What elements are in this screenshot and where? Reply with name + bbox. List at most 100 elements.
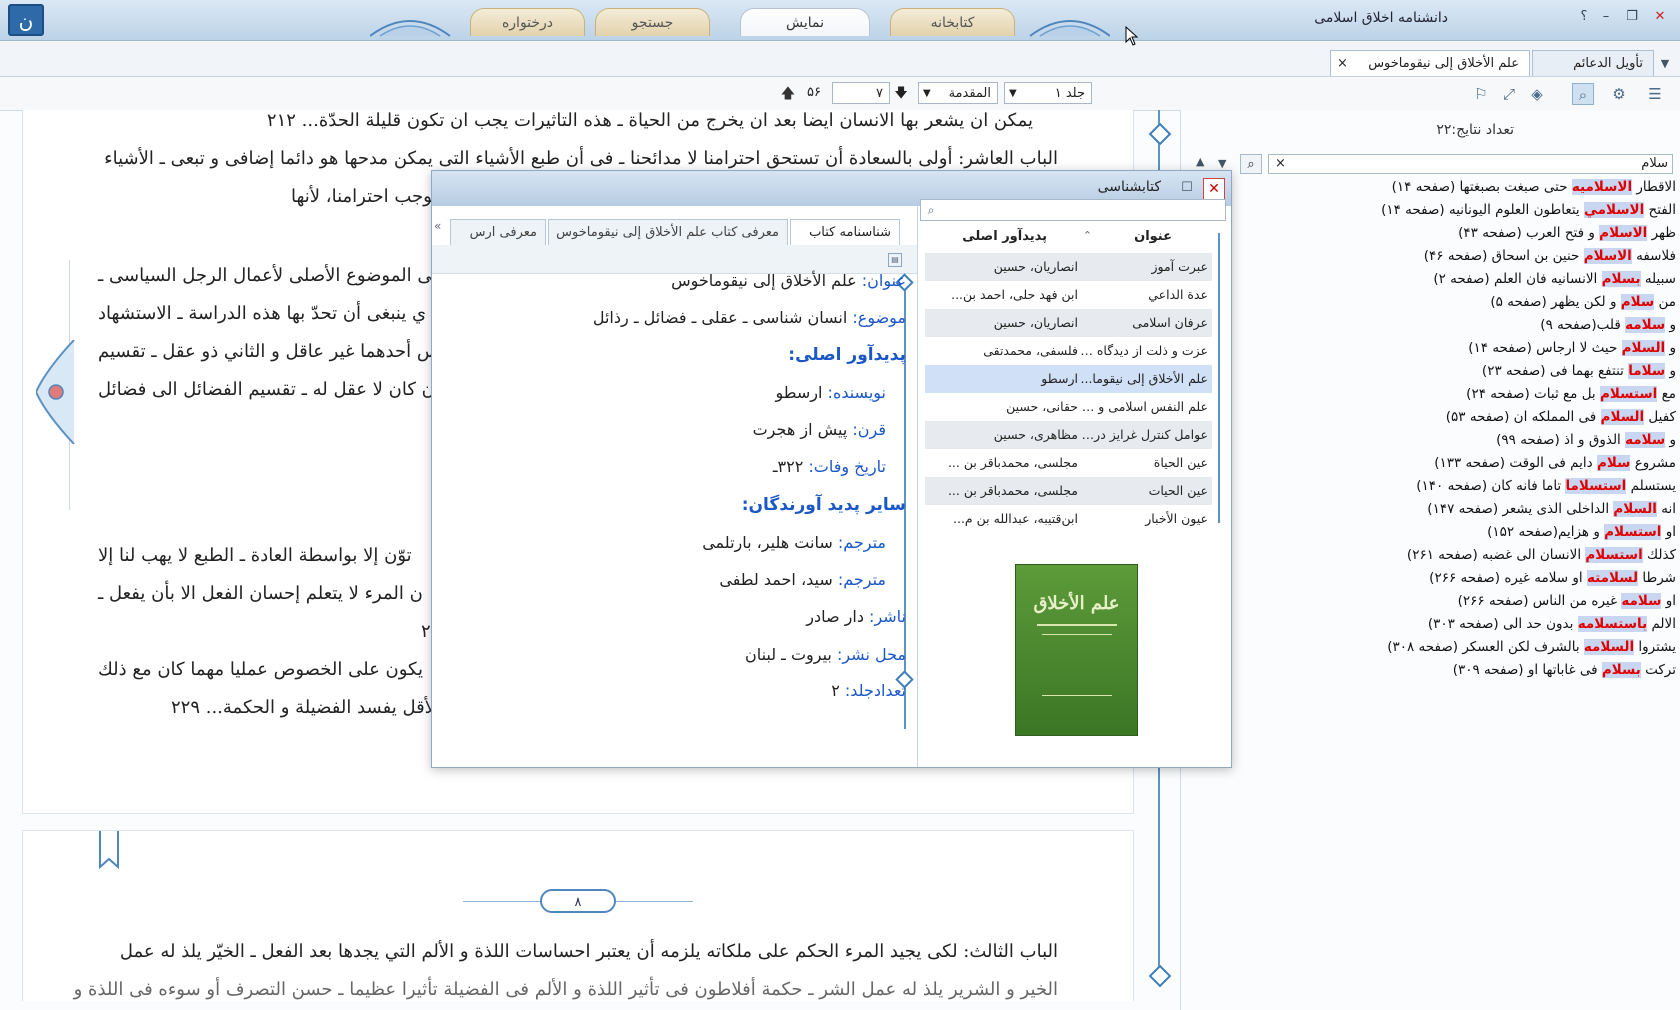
column-author-header[interactable]: پديدآور اصلی [962,229,1047,244]
bookmark-ribbon-icon[interactable] [98,831,120,871]
book-list-row[interactable]: عين الحيات مجلسی، محمدباقر بن ... [925,477,1212,505]
minimize-button[interactable]: – [1596,8,1616,26]
cover-decoration [1041,634,1112,696]
result-item[interactable]: كذلك استسلام الانسان الى غضبه (صفحه ٢۶١) [1407,544,1676,566]
subject-field: موضوع: انسان شناسی ـ عقلی ـ فضائل ـ رذائ… [592,308,906,327]
tab-book-intro[interactable]: معرفی كتاب علم الأخلاق إلى نيقوماخوس [548,219,788,245]
section-select[interactable]: المقدمة ▼ [918,82,998,104]
result-item[interactable]: الالم باستسلامه بدون حد الى (صفحه ٣٠٣) [1428,613,1676,635]
book-list-row[interactable]: عيون الأخبار ابن‌قتيبه، عبدالله بن م... [925,505,1212,533]
result-suffix: قلب(صفحه ٩) [1540,317,1626,333]
tab-view[interactable]: نمایش [740,8,870,36]
result-item[interactable]: او سلامه غيره من الناس (صفحه ٢۶۶) [1458,590,1676,612]
volume-select[interactable]: جلد ۱ ▼ [1004,82,1092,104]
help-button[interactable]: ؟ [1574,8,1594,26]
settings-icon[interactable]: ⚙ [1608,83,1630,105]
tab-list-dropdown-icon[interactable]: ▼ [1656,55,1674,73]
text-line: الباب العاشر: أولى بالسعادة أن تستحق احت… [104,148,1058,169]
book-list-row[interactable]: عزت و ذلت از ديدگاه ن... فلسفی، محمدتقی [925,337,1212,365]
result-item[interactable]: و سلاما تنتفع بهما فى (صفحه ٢٣) [1482,360,1676,382]
result-item[interactable]: و سلامه الذوق و اذ (صفحه ٩٩) [1496,429,1676,451]
search-button-icon[interactable]: ⌕ [1240,154,1262,174]
tab-about-author[interactable]: معرفی ارس [450,219,546,245]
result-item[interactable]: يشتروا السلامه بالشرف لكن العسكر (صفحه ٣… [1387,636,1676,658]
doc-tab-tawil[interactable]: تأويل الدعائم [1532,50,1654,76]
prev-page-arrow-icon[interactable]: 🡅 [778,83,798,105]
tab-search[interactable]: جستجو [595,8,710,36]
result-item[interactable]: يستسلم استسلاما تاما فانه كان (صفحه ١۴٠) [1416,475,1676,497]
result-item[interactable]: الاقطار الاسلاميه حتى صبغت بصبغتها (صفحه… [1392,176,1676,198]
book-title-cell: عبرت آموز [1151,259,1208,274]
result-prefix: يشتروا [1634,639,1676,655]
doc-tab-akhlaq[interactable]: علم الأخلاق إلى نيقوماخوس × [1330,50,1530,76]
collapse-arrow-icon[interactable]: ▲ [1196,152,1210,172]
sort-asc-icon[interactable]: ⌃ [1083,229,1092,242]
result-item[interactable]: الفتح الاسلامي يتعاطون العلوم اليونانيه … [1381,199,1676,221]
book-filter-input[interactable] [920,199,1226,221]
book-title-cell: عوامل كنترل غرايز در ز... [1078,427,1208,442]
result-prefix: كذلك [1642,547,1676,563]
result-item[interactable]: سبيله بسلام الانسانيه فان العلم (صفحه ٢) [1433,268,1676,290]
list-scrollbar[interactable] [1218,233,1220,523]
result-item[interactable]: فلاسفه الاسلام حنين بن اسحاق (صفحه ۴۶) [1424,245,1676,267]
result-item[interactable]: او استسلام و هزايم(صفحه ١۵٢) [1487,521,1676,543]
result-highlight: سلاما [1628,363,1666,379]
book-list-row[interactable]: عبرت آموز انصاريان، حسين [925,253,1212,281]
search-input[interactable]: سلام × [1268,154,1673,174]
book-list-row[interactable]: علم النفس اسلامی و ب... حقانی، حسين [925,393,1212,421]
result-item[interactable]: و السلام حيث لا ارجاس (صفحه ١۴) [1468,337,1676,359]
text-line: ن المرء لا يتعلم إحسان الفعل الا بأن يفع… [98,583,423,604]
result-highlight: سلام [1596,455,1631,471]
scroll-bottom-marker-icon[interactable] [1148,964,1172,988]
book-list-row[interactable]: عين الحياة مجلسی، محمدباقر بن ... [925,449,1212,477]
tab-library[interactable]: کتابخانه [890,8,1015,36]
result-item[interactable]: شرطا لسلامته او سلامه غيره (صفحه ٢۶۶) [1429,567,1676,589]
close-button[interactable]: ✕ [1650,8,1670,26]
fullscreen-icon[interactable]: ⤢ [1498,83,1520,105]
book-list-row[interactable]: عدة الداعي ابن فهد حلی، احمد بن... [925,281,1212,309]
book-list-row[interactable]: علم الأخلاق إلى نيقوما... ارسطو [925,365,1212,393]
next-page-arrow-icon[interactable]: 🡇 [892,83,910,105]
result-item[interactable]: مع استسلام بل مع ثبات (صفحه ٢۴) [1466,383,1676,405]
search-icon[interactable]: ⌕ [922,201,940,219]
result-suffix: و لكن يظهر (صفحه ۵) [1490,294,1621,310]
column-title-header[interactable]: عنوان [1134,229,1172,244]
result-prefix: من [1654,294,1676,310]
result-highlight: بسلام [1601,271,1641,287]
result-item[interactable]: ظهر الاسلام و فتح العرب (صفحه ۴٣) [1458,222,1676,244]
layers-icon[interactable]: ◈ [1526,83,1548,105]
result-highlight: السلام [1613,501,1657,517]
page-input[interactable]: ۷ [832,82,890,104]
close-tab-icon[interactable]: × [1337,51,1348,77]
result-suffix: فى المملكه ان (صفحه ۵٣) [1445,409,1601,425]
result-highlight: لسلامته [1586,570,1639,586]
result-item[interactable]: مشروع سلام دايم فى الوقت (صفحه ١٣٣) [1434,452,1676,474]
book-list-row[interactable]: عوامل كنترل غرايز در ز... مظاهری، حسين [925,421,1212,449]
dialog-close-button[interactable]: ✕ [1203,178,1225,200]
result-item[interactable]: من سلام و لكن يظهر (صفحه ۵) [1490,291,1676,313]
dialog-maximize-button[interactable]: ☐ [1177,178,1197,198]
print-icon[interactable]: ▤ [888,253,902,267]
book-author-cell: حقانی، حسين [1006,399,1078,414]
result-prefix: او [1661,524,1676,540]
text-line: س أحدهما غير عاقل و الثاني ذو عقل ـ تقسي… [98,341,439,362]
restore-button[interactable]: ❐ [1622,8,1642,26]
result-suffix: حيث لا ارجاس (صفحه ١۴) [1468,340,1622,356]
book-author-cell: مجلسی، محمدباقر بن ... [947,455,1078,470]
tabs-scroll-left-icon[interactable]: « [434,215,448,237]
search-icon[interactable]: ⌕ [1572,83,1594,105]
menu-icon[interactable]: ☰ [1644,83,1666,105]
tab-book-identity[interactable]: شناسنامه كتاب [790,219,900,245]
scroll-top-marker-icon[interactable] [1148,122,1172,146]
bookmark-icon[interactable]: ⚐ [1470,83,1492,105]
result-prefix: شرطا [1638,570,1676,586]
book-list-row[interactable]: عرفان اسلامی انصاريان، حسين [925,309,1212,337]
tab-tree[interactable]: درختواره [470,8,585,36]
result-item[interactable]: كفيل السلام فى المملكه ان (صفحه ۵٣) [1446,406,1676,428]
publisher-field: ناشر: دار صادر [806,607,906,626]
book-title-cell: علم الأخلاق إلى نيقوما... [1080,371,1208,386]
clear-search-icon[interactable]: × [1275,155,1286,173]
result-item[interactable]: تركت بسلام فى غاباتها او (صفحه ٣٠٩) [1453,659,1676,681]
result-item[interactable]: انه السلام الداخلى الذى يشعر (صفحه ١۴٧) [1427,498,1676,520]
result-item[interactable]: و سلامه قلب(صفحه ٩) [1540,314,1676,336]
